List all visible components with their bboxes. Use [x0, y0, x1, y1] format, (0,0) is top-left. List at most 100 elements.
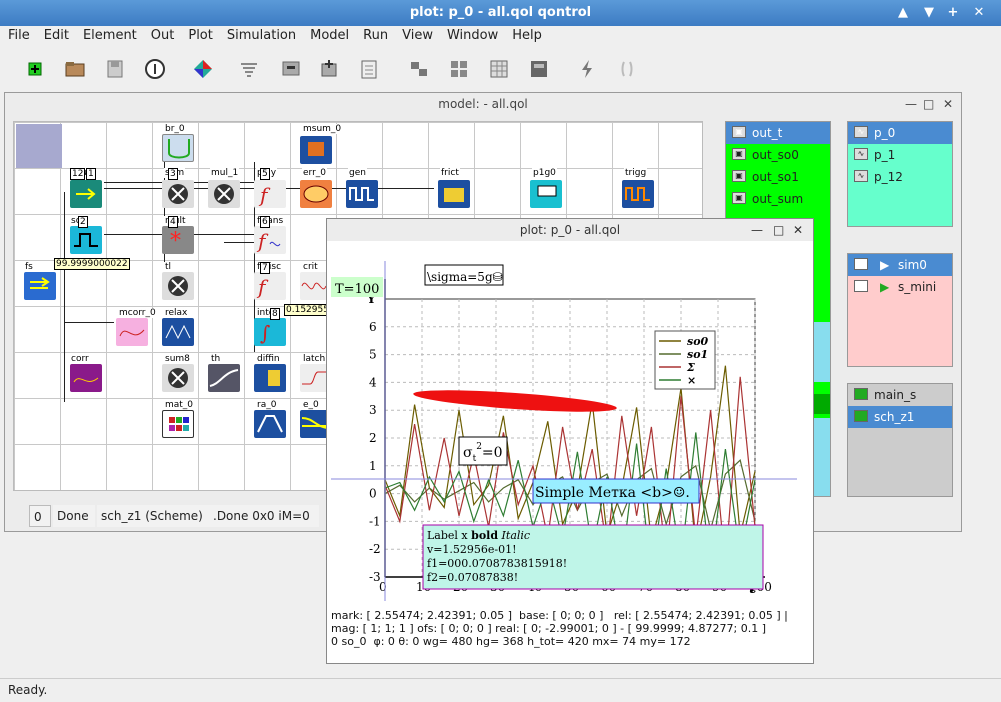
- output-icon: ▣: [732, 126, 746, 138]
- element-sou[interactable]: [70, 180, 102, 208]
- link-icon[interactable]: [408, 58, 430, 80]
- output-item[interactable]: ▣ out_sum: [726, 188, 830, 210]
- table-icon[interactable]: [488, 58, 510, 80]
- element-p1g0[interactable]: [530, 180, 562, 208]
- element-tl[interactable]: [162, 272, 194, 300]
- maximize-window-button[interactable]: +: [944, 4, 962, 22]
- plot-item[interactable]: ∿ p_12: [848, 166, 952, 188]
- add-element-icon[interactable]: [318, 58, 340, 80]
- element-so1[interactable]: [70, 226, 102, 254]
- run-icon[interactable]: [576, 58, 598, 80]
- scheme-icon: [854, 410, 868, 422]
- menu-run[interactable]: Run: [356, 26, 395, 46]
- element-sum[interactable]: [162, 180, 194, 208]
- save-icon[interactable]: [104, 58, 126, 80]
- plots-list[interactable]: ∿ p_0 ∿ p_1 ∿ p_12: [847, 121, 953, 227]
- element-mcorr_0[interactable]: [116, 318, 148, 346]
- menu-help[interactable]: Help: [505, 26, 549, 46]
- plot-item[interactable]: ∿ p_1: [848, 144, 952, 166]
- element-relax[interactable]: [162, 318, 194, 346]
- element-label-latch: latch: [302, 354, 327, 364]
- y-tick-label: 4: [369, 375, 377, 389]
- plot-info-line2: mag: [ 1; 1; 1 ] ofs: [ 0; 0; 0 ] real: …: [331, 622, 767, 635]
- element-sum8[interactable]: [162, 364, 194, 392]
- info-icon[interactable]: [144, 58, 166, 80]
- output-item[interactable]: ▣ out_so1: [726, 166, 830, 188]
- element-intg[interactable]: ∫: [254, 318, 286, 346]
- close-icon[interactable]: ✕: [793, 219, 803, 241]
- element-fmisc[interactable]: f: [254, 272, 286, 300]
- output-item[interactable]: ▣ out_so0: [726, 144, 830, 166]
- element-corr[interactable]: [70, 364, 102, 392]
- menu-plot[interactable]: Plot: [181, 26, 220, 46]
- close-window-button[interactable]: ✕: [970, 4, 988, 22]
- y-tick-label: 3: [369, 403, 377, 417]
- element-mat_0[interactable]: [162, 410, 194, 438]
- new-icon[interactable]: [24, 58, 46, 80]
- color-icon[interactable]: [192, 58, 214, 80]
- menu-model[interactable]: Model: [303, 26, 356, 46]
- element-diffin[interactable]: [254, 364, 286, 392]
- checkbox-icon[interactable]: [854, 280, 868, 292]
- simulation-item[interactable]: ▶ s_mini: [848, 276, 952, 298]
- status-text: Ready.: [8, 683, 48, 697]
- element-poly[interactable]: f: [254, 180, 286, 208]
- element-th[interactable]: [208, 364, 240, 392]
- menu-view[interactable]: View: [395, 26, 440, 46]
- menu-simulation[interactable]: Simulation: [220, 26, 303, 46]
- maximize-icon[interactable]: □: [773, 219, 784, 241]
- play-icon: ▶: [880, 258, 890, 272]
- scheme-item[interactable]: main_s: [848, 384, 952, 406]
- maximize-icon[interactable]: □: [923, 93, 934, 115]
- y-tick-label: 6: [369, 320, 377, 334]
- menu-out[interactable]: Out: [144, 26, 182, 46]
- open-icon[interactable]: [64, 58, 86, 80]
- filter-icon[interactable]: [238, 58, 260, 80]
- simulation-item[interactable]: — ▶ sim0: [848, 254, 952, 276]
- monitor-icon[interactable]: [280, 58, 302, 80]
- element-gen[interactable]: [346, 180, 378, 208]
- element-err_0[interactable]: [300, 180, 332, 208]
- plot-canvas[interactable]: 0102030405060708090100-3-2-10123456 Y t …: [327, 241, 813, 607]
- menu-window[interactable]: Window: [440, 26, 505, 46]
- chip-icon[interactable]: [528, 58, 550, 80]
- menu-file[interactable]: File: [0, 26, 37, 46]
- model-window-title-bar[interactable]: model: - all.qol — □ ✕: [5, 93, 961, 115]
- plot-item[interactable]: ∿ p_0: [848, 122, 952, 144]
- element-mult[interactable]: *: [162, 226, 194, 254]
- pause-icon[interactable]: [616, 58, 638, 80]
- element-label-mul_1: mul_1: [210, 168, 240, 178]
- minimize-icon[interactable]: —: [905, 93, 917, 115]
- element-label-diffin: diffin: [256, 354, 281, 364]
- element-frict[interactable]: [438, 180, 470, 208]
- close-icon[interactable]: ✕: [943, 93, 953, 115]
- checkbox-icon[interactable]: —: [854, 258, 868, 270]
- output-item[interactable]: ▣ out_t: [726, 122, 830, 144]
- element-trigg[interactable]: [622, 180, 654, 208]
- menu-element[interactable]: Element: [76, 26, 144, 46]
- properties-icon[interactable]: [358, 58, 380, 80]
- legend-label: ×: [687, 374, 696, 387]
- plot-window-title-bar[interactable]: plot: p_0 - all.qol — □ ✕: [327, 219, 813, 241]
- element-ftrans[interactable]: f: [254, 226, 286, 254]
- unshade-window-button[interactable]: ▼: [920, 4, 938, 22]
- minimize-icon[interactable]: —: [751, 219, 763, 241]
- label-box-line1: Label x bold Italic: [427, 529, 530, 542]
- element-ra_0[interactable]: [254, 410, 286, 438]
- y-tick-label: -1: [369, 514, 381, 528]
- simulations-list[interactable]: — ▶ sim0 ▶ s_mini: [847, 253, 953, 367]
- scheme-item[interactable]: sch_z1: [848, 406, 952, 428]
- element-mul_1[interactable]: [208, 180, 240, 208]
- y-tick-label: 1: [369, 459, 377, 473]
- grid-icon[interactable]: [448, 58, 470, 80]
- schemes-list[interactable]: main_s sch_z1: [847, 383, 953, 497]
- element-number: 1: [86, 168, 96, 180]
- element-msum_0[interactable]: [300, 136, 332, 164]
- element-number: 12: [70, 168, 86, 180]
- element-br_0[interactable]: [162, 134, 194, 162]
- shade-window-button[interactable]: ▲: [894, 4, 912, 22]
- legend-label: so0: [687, 335, 709, 348]
- menu-edit[interactable]: Edit: [37, 26, 76, 46]
- app-title-bar[interactable]: plot: p_0 - all.qol qontrol ▲ ▼ + ✕: [0, 0, 1001, 26]
- element-fs[interactable]: [24, 272, 56, 300]
